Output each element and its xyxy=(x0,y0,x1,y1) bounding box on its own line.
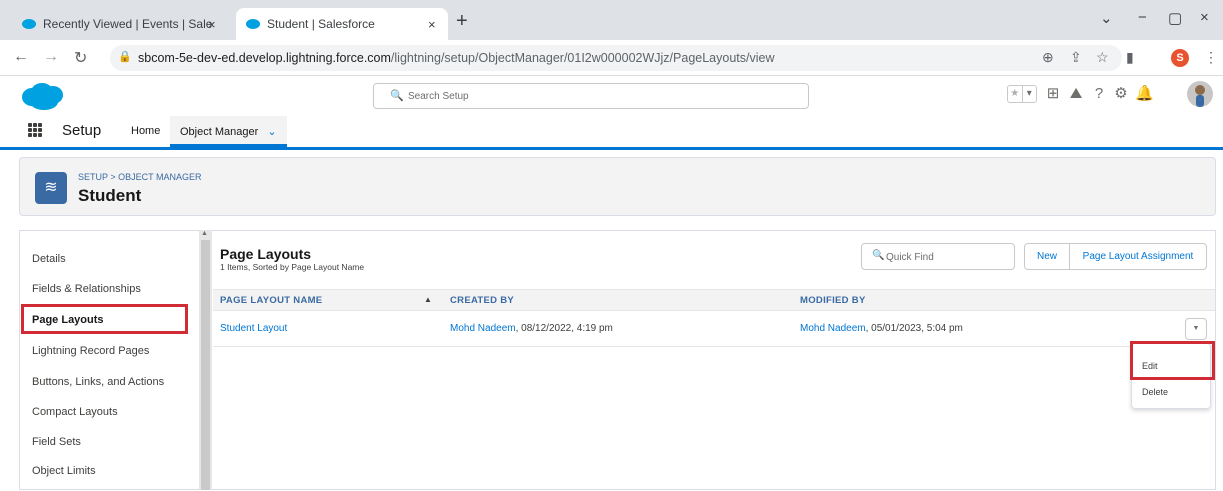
lock-icon: 🔒 xyxy=(118,51,132,63)
close-tab-icon[interactable]: × xyxy=(428,17,436,32)
help-icon[interactable]: ? xyxy=(1090,85,1108,103)
search-setup-input[interactable] xyxy=(408,88,788,104)
column-header-page-layout-name[interactable]: PAGE LAYOUT NAME xyxy=(220,295,322,306)
table-row: Student Layout Mohd Nadeem, 08/12/2022, … xyxy=(213,311,1215,347)
browser-menu-icon[interactable]: ⋮ xyxy=(1204,49,1218,66)
nav-tab-object-manager[interactable]: Object Manager ⌄ xyxy=(170,116,287,147)
salesforce-favicon-icon xyxy=(22,19,36,29)
user-avatar[interactable] xyxy=(1187,81,1213,107)
browser-tab-recently-viewed[interactable]: Recently Viewed | Events | Salesf × xyxy=(12,8,237,40)
favorites-group[interactable]: ★ ▾ xyxy=(1007,85,1037,103)
quick-find-box[interactable]: 🔍 xyxy=(861,243,1015,270)
back-arrow-icon[interactable]: ← xyxy=(13,48,29,66)
sidebar-item-object-limits[interactable]: Object Limits xyxy=(32,465,96,477)
tab-title: Student | Salesforce xyxy=(267,17,375,31)
page-layout-link[interactable]: Student Layout xyxy=(220,323,287,334)
sidebar-item-lightning-record-pages[interactable]: Lightning Record Pages xyxy=(32,345,149,357)
profile-avatar[interactable]: S xyxy=(1171,49,1189,67)
bookmark-star-icon[interactable]: ☆ xyxy=(1096,49,1109,66)
trailhead-icon[interactable]: ⛰ xyxy=(1067,85,1085,103)
column-header-created-by[interactable]: CREATED BY xyxy=(450,295,514,306)
zoom-icon[interactable]: ⊕ xyxy=(1042,49,1054,66)
tab-title: Recently Viewed | Events | Salesf xyxy=(43,17,213,31)
salesforce-favicon-icon xyxy=(246,19,260,29)
breadcrumb[interactable]: SETUP > OBJECT MANAGER xyxy=(78,172,201,182)
chevron-down-icon[interactable]: ⌄ xyxy=(267,126,276,138)
table-header: PAGE LAYOUT NAME ▲ CREATED BY MODIFIED B… xyxy=(213,289,1215,311)
forward-arrow-icon[interactable]: → xyxy=(43,48,59,66)
cell-created-by: Mohd Nadeem, 08/12/2022, 4:19 pm xyxy=(450,323,613,334)
object-layers-icon: ≋ xyxy=(35,172,67,204)
app-navigation-bar: Setup Home Object Manager ⌄ xyxy=(0,113,1223,150)
sidebar-item-fields-relationships[interactable]: Fields & Relationships xyxy=(32,283,141,295)
settings-gear-icon[interactable]: ⚙ xyxy=(1112,85,1130,103)
side-panel-icon[interactable]: ▮ xyxy=(1126,49,1134,66)
scrollbar-thumb[interactable] xyxy=(201,240,210,490)
page-layout-assignment-button[interactable]: Page Layout Assignment xyxy=(1069,243,1207,270)
menu-item-delete[interactable]: Delete xyxy=(1142,387,1168,397)
browser-tabstrip: Recently Viewed | Events | Salesf × Stud… xyxy=(0,0,1223,40)
edit-highlight-box xyxy=(1130,341,1215,380)
sort-ascending-icon[interactable]: ▲ xyxy=(424,295,432,304)
new-tab-button[interactable]: + xyxy=(456,10,468,33)
app-launcher-icon[interactable] xyxy=(28,123,42,137)
global-header: 🔍 ★ ▾ ⊞ ⛰ ? ⚙ 🔔 xyxy=(0,77,1223,113)
page-title: Page Layouts xyxy=(220,246,312,262)
object-sidebar: Details Fields & Relationships Page Layo… xyxy=(19,230,212,490)
list-summary: 1 Items, Sorted by Page Layout Name xyxy=(220,262,365,272)
sidebar-item-compact-layouts[interactable]: Compact Layouts xyxy=(32,406,118,418)
row-actions-dropdown-button[interactable]: ▼ xyxy=(1185,318,1207,340)
sidebar-scrollbar[interactable]: ▲ xyxy=(199,230,212,490)
user-silhouette-icon xyxy=(1195,85,1205,107)
nav-tab-label: Object Manager xyxy=(180,126,259,138)
maximize-window-button[interactable]: ▢ xyxy=(1168,9,1182,27)
scroll-up-icon[interactable]: ▲ xyxy=(201,230,208,237)
modified-by-date: , 05/01/2023, 5:04 pm xyxy=(865,323,963,334)
reload-icon[interactable]: ↻ xyxy=(74,48,87,68)
search-icon: 🔍 xyxy=(390,90,404,102)
notifications-bell-icon[interactable]: 🔔 xyxy=(1135,85,1154,103)
cell-page-layout-name: Student Layout xyxy=(220,323,287,334)
minimize-window-button[interactable]: − xyxy=(1138,9,1147,26)
search-setup-box[interactable]: 🔍 xyxy=(373,83,809,109)
share-icon[interactable]: ⇪ xyxy=(1070,49,1082,66)
created-by-user-link[interactable]: Mohd Nadeem xyxy=(450,323,516,334)
nav-tab-home[interactable]: Home xyxy=(131,125,160,137)
favorites-dropdown-icon[interactable]: ▾ xyxy=(1021,86,1037,102)
sidebar-item-field-sets[interactable]: Field Sets xyxy=(32,436,81,448)
sidebar-item-details[interactable]: Details xyxy=(32,253,66,265)
global-actions-add-icon[interactable]: ⊞ xyxy=(1044,85,1062,103)
page-layouts-highlight-box xyxy=(21,304,188,334)
browser-address-bar: ← → ↻ 🔒 sbcom-5e-dev-ed.develop.lightnin… xyxy=(0,40,1223,76)
tab-search-chevron-icon[interactable]: ⌄ xyxy=(1100,9,1113,27)
url-field[interactable]: 🔒 sbcom-5e-dev-ed.develop.lightning.forc… xyxy=(110,45,1122,71)
created-by-date: , 08/12/2022, 4:19 pm xyxy=(515,323,613,334)
sidebar-item-buttons-links-actions[interactable]: Buttons, Links, and Actions xyxy=(32,376,164,388)
object-header: ≋ SETUP > OBJECT MANAGER Student xyxy=(19,157,1216,216)
close-tab-icon[interactable]: × xyxy=(208,17,216,32)
column-header-modified-by[interactable]: MODIFIED BY xyxy=(800,295,866,306)
close-window-button[interactable]: × xyxy=(1200,9,1209,26)
modified-by-user-link[interactable]: Mohd Nadeem xyxy=(800,323,866,334)
salesforce-logo[interactable] xyxy=(18,81,68,111)
browser-tab-student[interactable]: Student | Salesforce × xyxy=(236,8,448,40)
cell-modified-by: Mohd Nadeem, 05/01/2023, 5:04 pm xyxy=(800,323,963,334)
new-button[interactable]: New xyxy=(1024,243,1070,270)
app-name: Setup xyxy=(62,122,102,139)
quick-find-input[interactable] xyxy=(886,249,1006,265)
search-icon: 🔍 xyxy=(872,250,885,261)
url-text: sbcom-5e-dev-ed.develop.lightning.force.… xyxy=(138,51,775,65)
object-title: Student xyxy=(78,186,142,205)
favorites-star-icon[interactable]: ★ xyxy=(1008,86,1022,102)
